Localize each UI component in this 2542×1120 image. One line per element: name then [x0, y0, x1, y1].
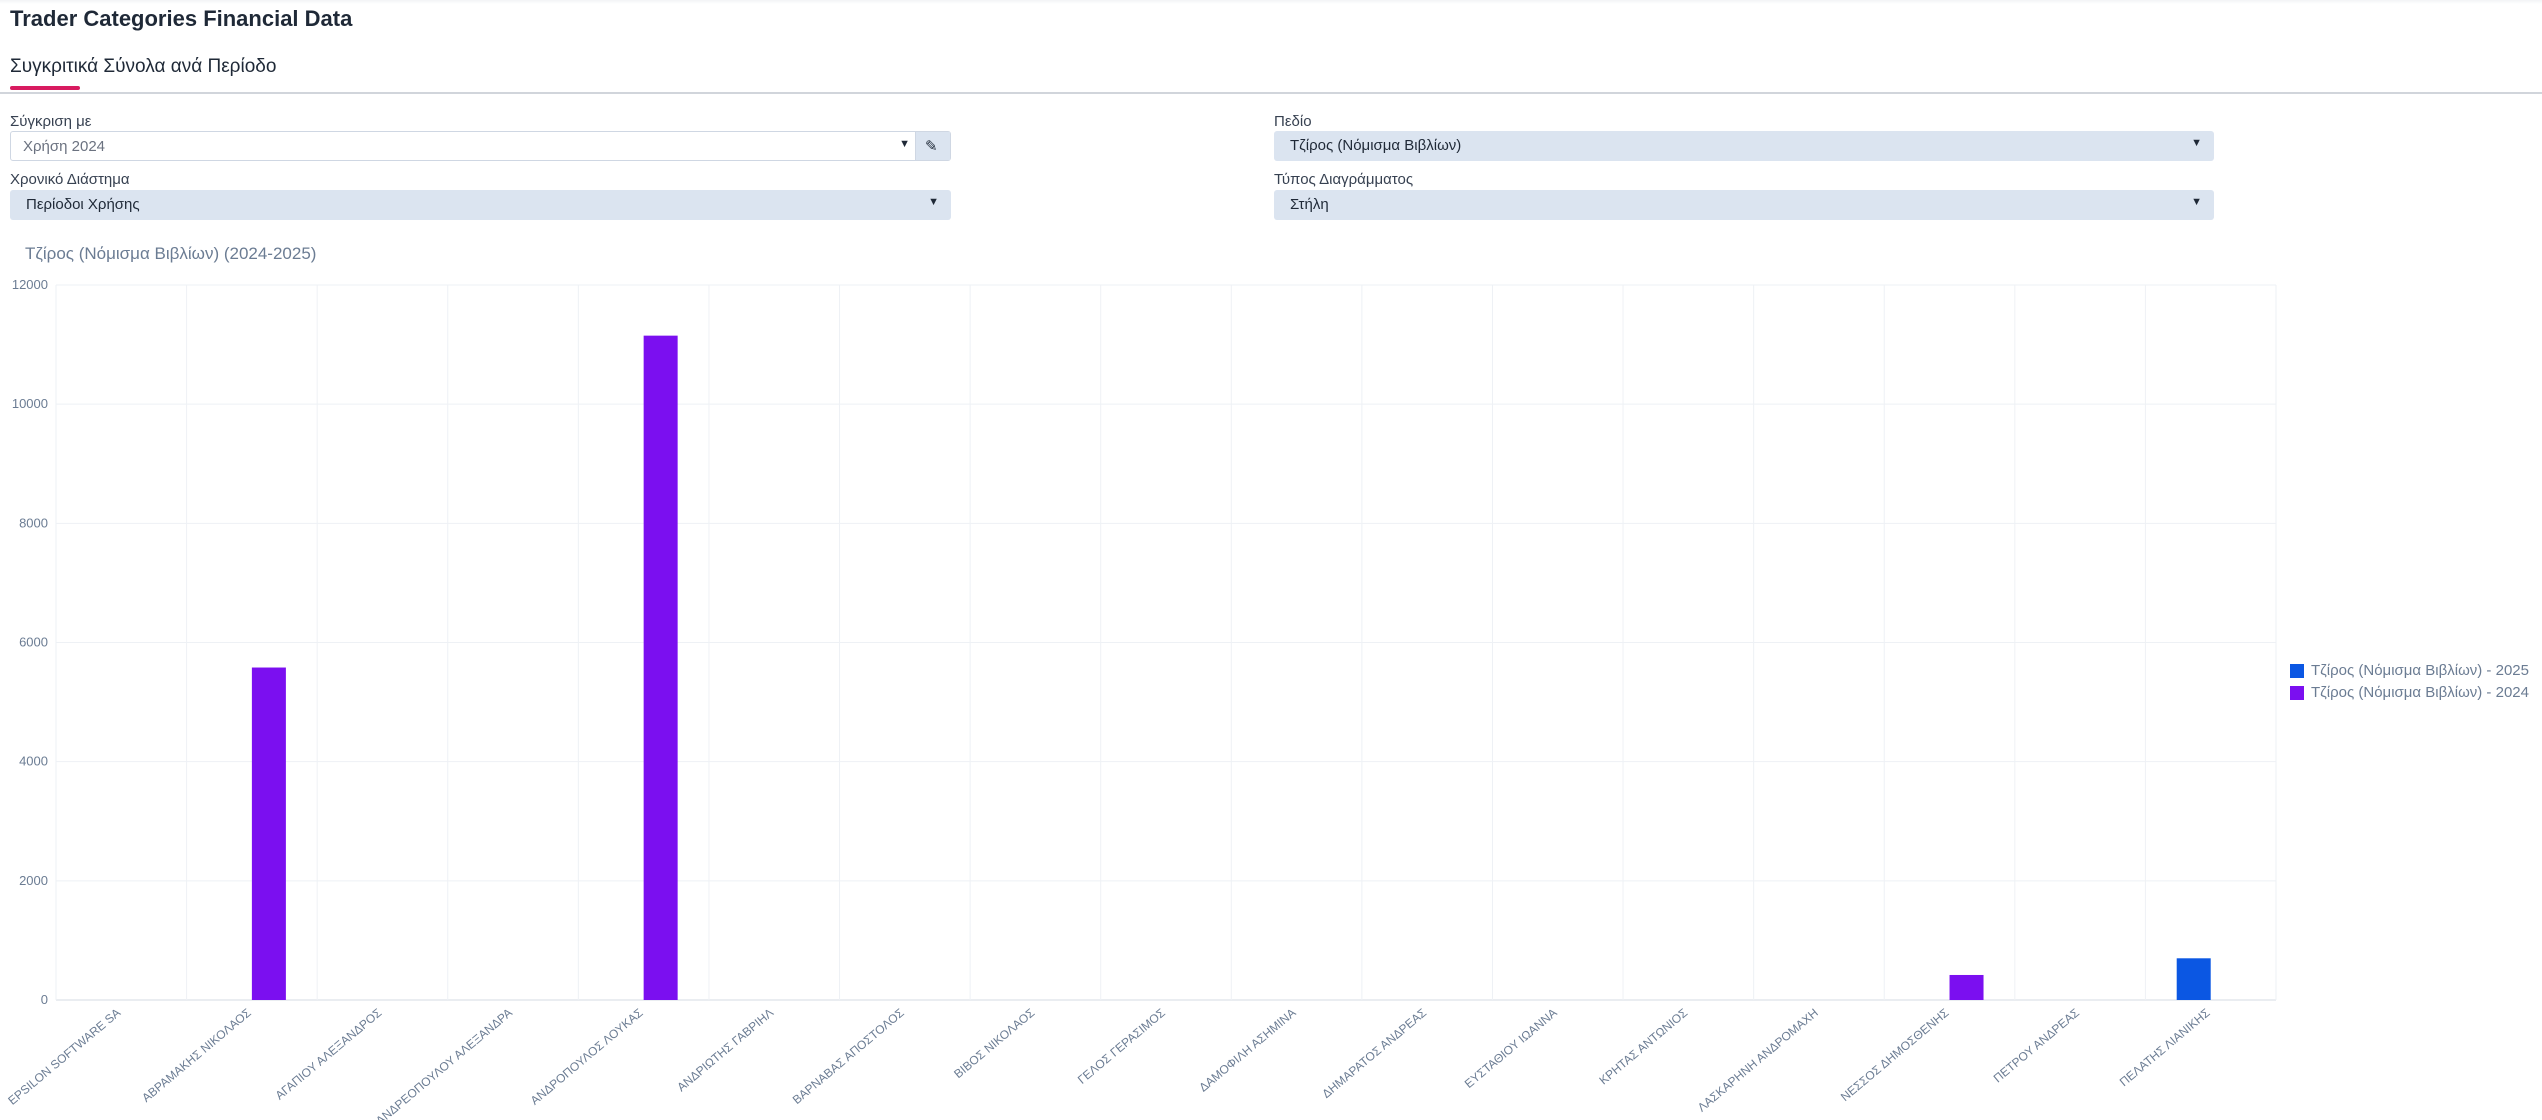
compare-value: Χρήση 2024 — [23, 138, 106, 155]
legend-label: Τζίρος (Νόμισμα Βιβλίων) - 2025 — [2311, 662, 2529, 679]
bar — [251, 667, 286, 1000]
bar — [1949, 974, 1984, 1000]
compare-edit-button[interactable]: ✎ — [915, 132, 950, 160]
chart-type-select[interactable]: Στήλη ▼ — [1274, 190, 2214, 220]
chart-title: Τζίρος (Νόμισμα Βιβλίων) (2024-2025) — [25, 244, 317, 263]
x-tick-label: ΔΑΜΟΦΙΛΗ ΑΣΗΜΙΝΑ — [1196, 1006, 1298, 1095]
x-tick-label: ΔΗΜΑΡΑΤΟΣ ΑΝΔΡΕΑΣ — [1319, 1006, 1429, 1101]
y-tick-label: 10000 — [12, 396, 48, 411]
caret-down-icon: ▼ — [928, 196, 939, 208]
bar-chart: 0 2000 4000 6000 8000 10000 12000 EPSILON SOFTW… — [5, 277, 2277, 1120]
x-tick-label: ΑΒΡΑΜΑΚΗΣ ΝΙΚΟΛΑΟΣ — [139, 1006, 254, 1105]
x-tick-label: ΛΑΣΚΑΡΗΝΗ ΑΝΔΡΟΜΑΧΗ — [1695, 1006, 1821, 1115]
y-tick-label: 6000 — [19, 635, 48, 650]
x-tick-label: ΠΕΛΑΤΗΣ ΛΙΑΝΙΚΗΣ — [2117, 1006, 2213, 1090]
y-tick-label: 2000 — [19, 873, 48, 888]
legend-item[interactable]: Τζίρος (Νόμισμα Βιβλίων) - 2024 — [2290, 682, 2529, 704]
x-tick-label: ΕΥΣΤΑΘΙΟΥ ΙΩΑΝΝΑ — [1462, 1006, 1560, 1091]
chart-type-label: Τύπος Διαγράμματος — [1274, 171, 1414, 188]
y-tick-label: 0 — [41, 992, 48, 1007]
y-tick-label: 4000 — [19, 754, 48, 769]
x-tick-label: ΠΕΤΡΟΥ ΑΝΔΡΕΑΣ — [1991, 1006, 2082, 1086]
chart-legend: Τζίρος (Νόμισμα Βιβλίων) - 2025 Τζίρος (Ν… — [2290, 660, 2529, 704]
x-tick-label: ΑΝΔΡΙΩΤΗΣ ΓΑΒΡΙΗΛ — [674, 1006, 776, 1095]
top-shadow — [0, 0, 2542, 4]
range-label: Χρονικό Διάστημα — [10, 171, 130, 188]
field-select[interactable]: Τζίρος (Νόμισμα Βιβλίων) ▼ — [1274, 131, 2214, 161]
compare-label: Σύγκριση με — [10, 113, 92, 130]
compare-select[interactable]: Χρήση 2024 ▼ ✎ — [10, 131, 951, 161]
legend-label: Τζίρος (Νόμισμα Βιβλίων) - 2024 — [2311, 684, 2529, 701]
pencil-icon: ✎ — [925, 138, 938, 155]
x-tick-label: ΝΕΣΣΟΣ ΔΗΜΟΣΘΕΝΗΣ — [1838, 1006, 1952, 1104]
y-tick-label: 8000 — [19, 515, 48, 530]
tab-comparative-totals[interactable]: Συγκριτικά Σύνολα ανά Περίοδο — [10, 56, 276, 78]
range-select[interactable]: Περίοδοι Χρήσης ▼ — [10, 190, 951, 220]
legend-swatch — [2290, 664, 2304, 678]
field-label: Πεδίο — [1274, 113, 1312, 130]
y-tick-label: 12000 — [12, 277, 48, 292]
compare-dropdown-toggle[interactable]: ▼ — [894, 132, 916, 160]
caret-down-icon: ▼ — [2191, 196, 2202, 208]
active-tab-indicator — [10, 86, 80, 90]
legend-item[interactable]: Τζίρος (Νόμισμα Βιβλίων) - 2025 — [2290, 660, 2529, 682]
tab-bar: Συγκριτικά Σύνολα ανά Περίοδο — [0, 52, 2542, 94]
x-tick-label: ΚΡΗΤΑΣ ΑΝΤΩΝΙΟΣ — [1596, 1006, 1690, 1088]
x-tick-label: ΒΙΒΟΣ ΝΙΚΟΛΑΟΣ — [951, 1006, 1037, 1081]
caret-down-icon: ▼ — [899, 138, 910, 150]
bar — [643, 335, 678, 1000]
field-value: Τζίρος (Νόμισμα Βιβλίων) — [1290, 137, 1462, 154]
x-tick-label: EPSILON SOFTWARE SA — [5, 1006, 123, 1108]
caret-down-icon: ▼ — [2191, 137, 2202, 149]
x-tick-label: ΒΑΡΝΑΒΑΣ ΑΠΟΣΤΟΛΟΣ — [790, 1006, 907, 1107]
x-tick-label: ΑΝΔΡΟΠΟΥΛΟΣ ΛΟΥΚΑΣ — [528, 1006, 646, 1108]
x-tick-label: ΑΝΔΡΕΟΠΟΥΛΟΥ ΑΛΕΞΑΝΔΡΑ — [373, 1006, 515, 1120]
range-value: Περίοδοι Χρήσης — [26, 196, 140, 213]
x-tick-label: ΑΓΑΠΙΟΥ ΑΛΕΞΑΝΔΡΟΣ — [273, 1006, 385, 1103]
chart-type-value: Στήλη — [1290, 196, 1329, 213]
x-tick-label: ΓΕΛΟΣ ΓΕΡΑΣΙΜΟΣ — [1075, 1006, 1168, 1087]
bar — [2176, 958, 2211, 1000]
legend-swatch — [2290, 686, 2304, 700]
app-title: Trader Categories Financial Data — [10, 6, 353, 31]
